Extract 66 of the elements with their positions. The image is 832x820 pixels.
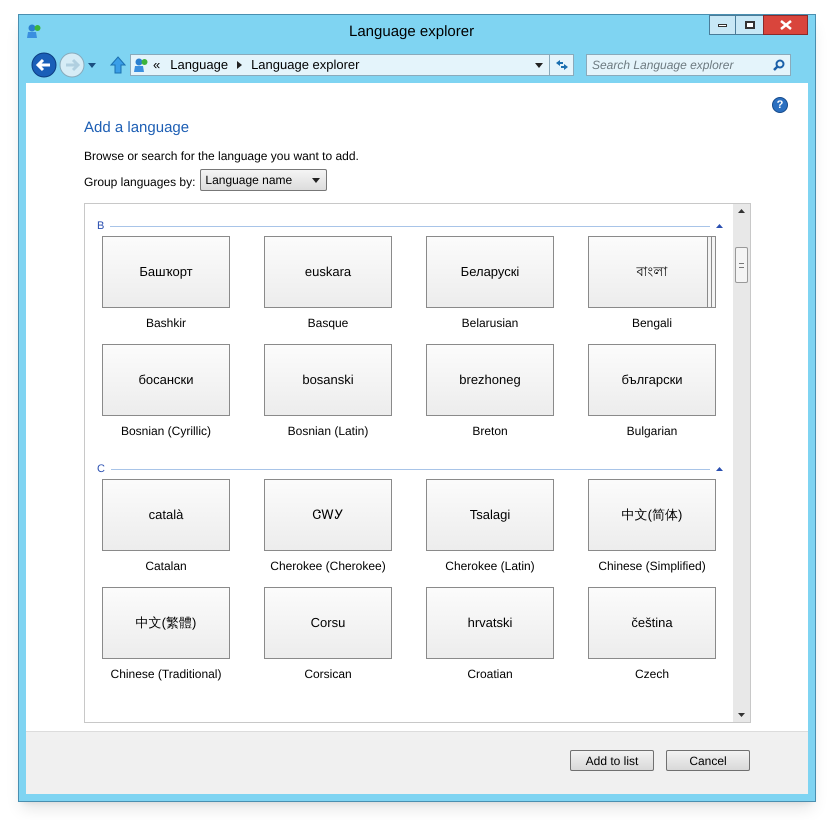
language-tile[interactable]: Башҡорт [102,236,230,308]
language-tile[interactable]: bosanski [264,344,392,416]
separator-arrow-icon[interactable] [237,61,242,69]
up-arrow-icon[interactable] [110,56,126,74]
collapse-icon[interactable] [716,224,723,228]
language-name: Bulgarian [626,424,678,438]
language-tile[interactable]: hrvatski [426,587,554,659]
language-name: Chinese (Simplified) [598,559,706,573]
language-tile[interactable]: Corsu [264,587,392,659]
breadcrumb[interactable]: Language explorer [251,55,360,75]
language-name: Bosnian (Cyrillic) [120,424,212,438]
instructions-text: Browse or search for the language you want to add. [84,149,360,163]
search-field[interactable]: Search Language explorer [586,54,791,76]
dropdown-caret-icon[interactable] [535,62,543,68]
scroll-up-icon[interactable] [738,209,745,213]
language-tile[interactable]: Tsalagi [426,479,554,551]
language-name: Basque [308,316,348,330]
language-name: Bengali [632,316,672,330]
language-tile[interactable]: বাংলা [588,236,716,308]
group-header[interactable]: C [97,460,105,478]
search-icon[interactable] [773,59,785,71]
group-header[interactable]: B [97,218,104,234]
language-tile[interactable]: català [102,479,230,551]
scrollbar[interactable] [733,204,750,722]
language-name: Czech [634,667,669,681]
refresh-icon[interactable] [554,59,568,71]
language-name: Cherokee (Latin) [445,559,535,573]
app-icon [26,23,42,39]
language-tile[interactable]: čeština [588,587,716,659]
language-tile[interactable]: ᏣᎳᎩ [264,479,392,551]
language-tile[interactable]: 中文(简体) [588,479,716,551]
language-name: Breton [472,424,508,438]
scrollbar-thumb[interactable] [735,247,748,283]
address-bar[interactable]: « Language Language explorer [130,54,574,76]
add-to-list-button[interactable]: Add to list [570,750,654,771]
language-name: Corsican [304,667,352,681]
help-button[interactable]: ? [772,97,788,113]
language-name: Catalan [145,559,187,573]
app-icon [133,57,149,73]
caret-icon[interactable] [312,178,320,182]
close-button[interactable] [763,15,808,35]
cancel-button[interactable]: Cancel [666,750,750,771]
language-name: Bashkir [146,316,186,330]
scroll-down-icon[interactable] [738,713,745,717]
breadcrumb[interactable]: Language [170,55,228,75]
language-tile[interactable]: български [588,344,716,416]
language-tile[interactable]: Беларускі [426,236,554,308]
overflow-chevron[interactable]: « [153,55,160,75]
language-tile[interactable]: euskara [264,236,392,308]
language-name: Croatian [467,667,513,681]
window-title: Language explorer [349,22,474,42]
page-heading: Add a language [84,119,190,137]
close-icon[interactable] [780,20,792,30]
language-name: Cherokee (Cherokee) [270,559,386,573]
group-by-dropdown[interactable]: Language name [200,169,328,191]
language-name: Chinese (Traditional) [110,667,222,681]
back-button[interactable] [31,52,57,78]
language-tile[interactable]: босански [102,344,230,416]
language-tile[interactable]: brezhoneg [426,344,554,416]
collapse-icon[interactable] [716,467,723,471]
language-tile[interactable]: 中文(繁體) [102,587,230,659]
maximize-button[interactable] [736,15,763,35]
language-name: Belarusian [462,316,518,330]
group-by-label: Group languages by: [84,174,196,191]
language-name: Bosnian (Latin) [288,424,368,438]
minimize-button[interactable] [709,15,736,35]
